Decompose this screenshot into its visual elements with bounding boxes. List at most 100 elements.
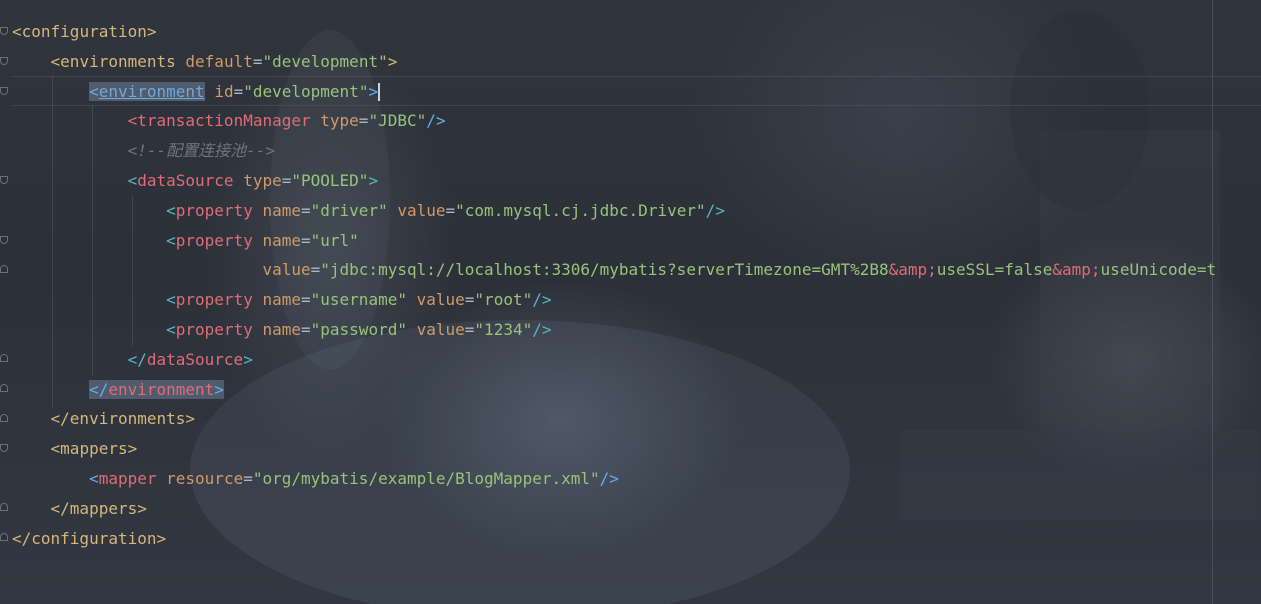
code-line[interactable]: <property name="password" value="1234"/> — [12, 315, 1261, 345]
code-token: > — [214, 379, 224, 399]
fold-marker-icon[interactable] — [0, 27, 8, 35]
code-token: = — [358, 111, 369, 131]
code-token: </ — [12, 528, 32, 548]
code-token: id — [214, 81, 234, 101]
code-line[interactable]: <transactionManager type="JDBC"/> — [12, 106, 1261, 136]
code-token: "development" — [262, 51, 388, 71]
code-token: value — [262, 260, 311, 280]
fold-marker-icon[interactable] — [0, 57, 8, 65]
code-token: property — [175, 200, 253, 220]
code-token: > — [156, 528, 167, 548]
code-token: environment — [98, 81, 205, 101]
code-line[interactable]: <mapper resource="org/mybatis/example/Bl… — [12, 464, 1261, 494]
code-token: /> — [426, 111, 446, 131]
fold-marker-icon[interactable] — [0, 176, 8, 184]
code-token: &amp; — [1052, 260, 1101, 280]
code-line[interactable]: <property name="driver" value="com.mysql… — [12, 196, 1261, 226]
code-token: "org/mybatis/example/BlogMapper.xml" — [252, 468, 600, 488]
fold-marker-icon[interactable] — [0, 236, 8, 244]
code-token: name — [262, 290, 301, 310]
code-line[interactable]: value="jdbc:mysql://localhost:3306/mybat… — [12, 255, 1261, 285]
code-token: = — [301, 319, 311, 339]
code-token: <!--配置连接池--> — [127, 141, 276, 161]
code-line[interactable]: <property name="url" — [12, 226, 1261, 256]
code-editor[interactable]: <configuration> <environments default="d… — [0, 0, 1261, 604]
code-line[interactable]: <!--配置连接池--> — [12, 136, 1261, 166]
code-line[interactable]: <environment id="development"> — [12, 77, 1261, 107]
code-token: < — [127, 170, 138, 190]
code-line[interactable]: </mappers> — [12, 494, 1261, 524]
text-caret — [378, 83, 381, 102]
code-token: "root" — [474, 290, 533, 310]
code-token: mappers — [60, 439, 128, 459]
code-token: < — [127, 111, 138, 131]
code-token: = — [233, 81, 244, 101]
code-token: = — [301, 290, 311, 310]
code-token: </ — [127, 349, 147, 369]
code-token: "POOLED" — [291, 170, 369, 190]
fold-marker-icon[interactable] — [0, 87, 8, 95]
code-token: mapper — [98, 468, 157, 488]
code-token: > — [137, 498, 147, 518]
code-token: value — [397, 200, 446, 220]
code-token: "development" — [243, 81, 369, 101]
code-line[interactable]: <environments default="development"> — [12, 47, 1261, 77]
code-line[interactable]: </dataSource> — [12, 345, 1261, 375]
fold-marker-icon[interactable] — [0, 354, 8, 362]
code-token: = — [445, 200, 456, 220]
code-token: name — [262, 200, 301, 220]
fold-gutter — [0, 0, 12, 604]
code-area[interactable]: <configuration> <environments default="d… — [12, 17, 1261, 553]
code-line[interactable]: </environments> — [12, 404, 1261, 434]
fold-marker-icon[interactable] — [0, 384, 8, 392]
code-token: name — [262, 319, 301, 339]
code-token: > — [368, 170, 379, 190]
code-token: > — [387, 51, 398, 71]
fold-marker-icon[interactable] — [0, 414, 8, 422]
code-token: /> — [532, 290, 552, 310]
code-token: useSSL=false — [936, 260, 1053, 280]
code-token: > — [243, 349, 253, 369]
code-token: type — [320, 111, 359, 131]
code-line[interactable]: <mappers> — [12, 434, 1261, 464]
code-token: < — [166, 319, 176, 339]
code-token: = — [310, 260, 321, 280]
code-token: = — [243, 468, 253, 488]
code-token: type — [243, 170, 282, 190]
code-token: /> — [599, 468, 619, 488]
code-token: = — [281, 170, 292, 190]
code-line[interactable]: </configuration> — [12, 524, 1261, 554]
code-line[interactable]: <configuration> — [12, 17, 1261, 47]
code-token: = — [464, 319, 475, 339]
fold-marker-icon[interactable] — [0, 265, 8, 273]
fold-marker-icon[interactable] — [0, 503, 8, 511]
code-token: "url" — [310, 230, 359, 250]
fold-marker-icon[interactable] — [0, 444, 8, 452]
code-token: "username" — [310, 290, 407, 310]
fold-marker-icon[interactable] — [0, 533, 8, 541]
code-token: </ — [50, 409, 70, 429]
code-line[interactable]: </environment> — [12, 375, 1261, 405]
code-line[interactable]: <property name="username" value="root"/> — [12, 285, 1261, 315]
code-token: < — [166, 200, 176, 220]
code-token: < — [50, 51, 61, 71]
code-token: > — [185, 409, 196, 429]
code-token: < — [166, 230, 176, 250]
code-token: environments — [69, 409, 186, 429]
code-token: property — [175, 230, 253, 250]
code-line[interactable]: <dataSource type="POOLED"> — [12, 166, 1261, 196]
code-token: property — [175, 319, 253, 339]
code-token: value — [416, 290, 465, 310]
